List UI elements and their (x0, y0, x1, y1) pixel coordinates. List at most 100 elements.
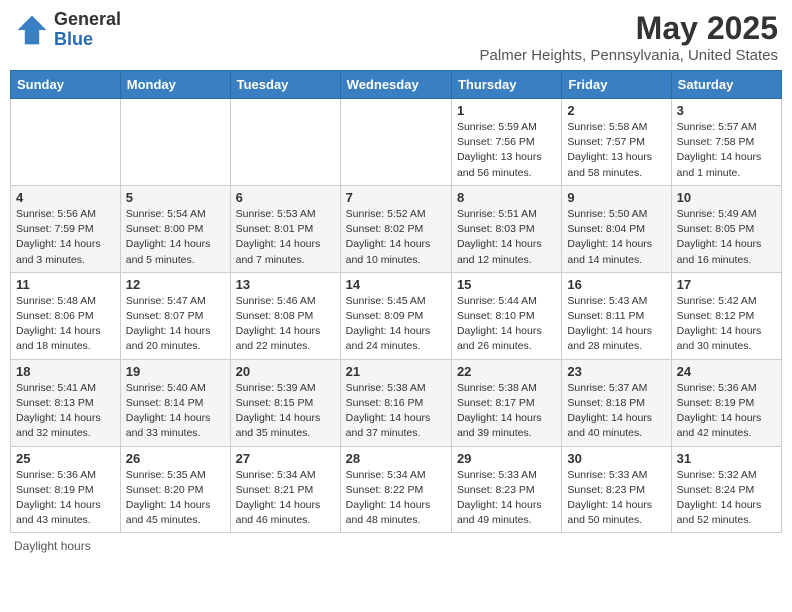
day-number: 27 (236, 451, 335, 466)
weekday-header-thursday: Thursday (451, 71, 561, 99)
calendar-cell: 1 Sunrise: 5:59 AM Sunset: 7:56 PM Daylig… (451, 99, 561, 186)
day-info: Sunrise: 5:33 AM Sunset: 8:23 PM Dayligh… (457, 468, 556, 529)
day-info: Sunrise: 5:36 AM Sunset: 8:19 PM Dayligh… (16, 468, 115, 529)
calendar-cell (11, 99, 121, 186)
logo-general: General (54, 10, 121, 30)
day-info: Sunrise: 5:56 AM Sunset: 7:59 PM Dayligh… (16, 207, 115, 268)
day-number: 4 (16, 190, 115, 205)
day-number: 3 (677, 103, 776, 118)
day-number: 25 (16, 451, 115, 466)
calendar-cell: 10Sunrise: 5:49 AM Sunset: 8:05 PM Dayli… (671, 185, 781, 272)
calendar-cell: 9 Sunrise: 5:50 AM Sunset: 8:04 PM Daylig… (562, 185, 671, 272)
day-number: 2 (567, 103, 665, 118)
day-number: 20 (236, 364, 335, 379)
day-info: Sunrise: 5:35 AM Sunset: 8:20 PM Dayligh… (126, 468, 225, 529)
calendar-cell: 6Sunrise: 5:53 AM Sunset: 8:01 PM Daylig… (230, 185, 340, 272)
day-number: 26 (126, 451, 225, 466)
calendar-cell: 3 Sunrise: 5:57 AM Sunset: 7:58 PM Daylig… (671, 99, 781, 186)
calendar-cell: 11 Sunrise: 5:48 AM Sunset: 8:06 PM Dayli… (11, 272, 121, 359)
logo-blue: Blue (54, 30, 121, 50)
calendar-cell: 14 Sunrise: 5:45 AM Sunset: 8:09 PM Dayli… (340, 272, 451, 359)
calendar-cell: 25 Sunrise: 5:36 AM Sunset: 8:19 PM Dayli… (11, 446, 121, 533)
day-info: Sunrise: 5:34 AM Sunset: 8:22 PM Dayligh… (346, 468, 446, 529)
day-info: Sunrise: 5:51 AM Sunset: 8:03 PM Dayligh… (457, 207, 556, 268)
day-number: 12 (126, 277, 225, 292)
day-info: Sunrise: 5:54 AM Sunset: 8:00 PM Dayligh… (126, 207, 225, 268)
day-number: 30 (567, 451, 665, 466)
day-info: Sunrise: 5:41 AM Sunset: 8:13 PM Dayligh… (16, 381, 115, 442)
day-info: Sunrise: 5:58 AM Sunset: 7:57 PM Dayligh… (567, 120, 665, 181)
day-info: Sunrise: 5:36 AM Sunset: 8:19 PM Dayligh… (677, 381, 776, 442)
calendar-week-5: 25 Sunrise: 5:36 AM Sunset: 8:19 PM Dayli… (11, 446, 782, 533)
day-number: 21 (346, 364, 446, 379)
day-number: 19 (126, 364, 225, 379)
calendar-week-3: 11 Sunrise: 5:48 AM Sunset: 8:06 PM Dayli… (11, 272, 782, 359)
day-number: 14 (346, 277, 446, 292)
weekday-header-wednesday: Wednesday (340, 71, 451, 99)
calendar-cell: 5 Sunrise: 5:54 AM Sunset: 8:00 PM Daylig… (120, 185, 230, 272)
day-number: 16 (567, 277, 665, 292)
location-title: Palmer Heights, Pennsylvania, United Sta… (480, 47, 778, 64)
day-number: 17 (677, 277, 776, 292)
page-header: General Blue May 2025 Palmer Heights, Pe… (10, 10, 782, 64)
calendar-cell: 2 Sunrise: 5:58 AM Sunset: 7:57 PM Daylig… (562, 99, 671, 186)
calendar-cell: 13 Sunrise: 5:46 AM Sunset: 8:08 PM Dayli… (230, 272, 340, 359)
day-info: Sunrise: 5:37 AM Sunset: 8:18 PM Dayligh… (567, 381, 665, 442)
title-section: May 2025 Palmer Heights, Pennsylvania, U… (480, 10, 778, 64)
day-info: Sunrise: 5:48 AM Sunset: 8:06 PM Dayligh… (16, 294, 115, 355)
calendar-cell: 8Sunrise: 5:51 AM Sunset: 8:03 PM Daylig… (451, 185, 561, 272)
day-number: 18 (16, 364, 115, 379)
weekday-header-sunday: Sunday (11, 71, 121, 99)
calendar-cell: 16Sunrise: 5:43 AM Sunset: 8:11 PM Dayli… (562, 272, 671, 359)
weekday-header-tuesday: Tuesday (230, 71, 340, 99)
day-info: Sunrise: 5:59 AM Sunset: 7:56 PM Dayligh… (457, 120, 556, 181)
day-number: 31 (677, 451, 776, 466)
day-number: 7 (346, 190, 446, 205)
day-number: 29 (457, 451, 556, 466)
calendar-cell: 20Sunrise: 5:39 AM Sunset: 8:15 PM Dayli… (230, 359, 340, 446)
day-info: Sunrise: 5:38 AM Sunset: 8:16 PM Dayligh… (346, 381, 446, 442)
weekday-header-row: SundayMondayTuesdayWednesdayThursdayFrid… (11, 71, 782, 99)
calendar-cell: 31 Sunrise: 5:32 AM Sunset: 8:24 PM Dayli… (671, 446, 781, 533)
day-number: 24 (677, 364, 776, 379)
day-number: 10 (677, 190, 776, 205)
day-number: 13 (236, 277, 335, 292)
day-number: 1 (457, 103, 556, 118)
day-info: Sunrise: 5:34 AM Sunset: 8:21 PM Dayligh… (236, 468, 335, 529)
day-info: Sunrise: 5:42 AM Sunset: 8:12 PM Dayligh… (677, 294, 776, 355)
calendar-cell (230, 99, 340, 186)
day-info: Sunrise: 5:57 AM Sunset: 7:58 PM Dayligh… (677, 120, 776, 181)
calendar-cell: 22Sunrise: 5:38 AM Sunset: 8:17 PM Dayli… (451, 359, 561, 446)
day-number: 11 (16, 277, 115, 292)
calendar-header: SundayMondayTuesdayWednesdayThursdayFrid… (11, 71, 782, 99)
calendar-cell: 17 Sunrise: 5:42 AM Sunset: 8:12 PM Dayli… (671, 272, 781, 359)
calendar-cell: 18 Sunrise: 5:41 AM Sunset: 8:13 PM Dayli… (11, 359, 121, 446)
logo-text: General Blue (54, 10, 121, 50)
day-info: Sunrise: 5:45 AM Sunset: 8:09 PM Dayligh… (346, 294, 446, 355)
day-info: Sunrise: 5:50 AM Sunset: 8:04 PM Dayligh… (567, 207, 665, 268)
day-info: Sunrise: 5:38 AM Sunset: 8:17 PM Dayligh… (457, 381, 556, 442)
calendar-week-4: 18 Sunrise: 5:41 AM Sunset: 8:13 PM Dayli… (11, 359, 782, 446)
calendar-cell: 27 Sunrise: 5:34 AM Sunset: 8:21 PM Dayli… (230, 446, 340, 533)
calendar-week-2: 4 Sunrise: 5:56 AM Sunset: 7:59 PM Daylig… (11, 185, 782, 272)
day-number: 5 (126, 190, 225, 205)
calendar-cell: 30Sunrise: 5:33 AM Sunset: 8:23 PM Dayli… (562, 446, 671, 533)
calendar-cell (120, 99, 230, 186)
day-info: Sunrise: 5:40 AM Sunset: 8:14 PM Dayligh… (126, 381, 225, 442)
day-number: 23 (567, 364, 665, 379)
day-info: Sunrise: 5:46 AM Sunset: 8:08 PM Dayligh… (236, 294, 335, 355)
day-number: 28 (346, 451, 446, 466)
weekday-header-friday: Friday (562, 71, 671, 99)
calendar-cell: 12Sunrise: 5:47 AM Sunset: 8:07 PM Dayli… (120, 272, 230, 359)
calendar-cell: 21 Sunrise: 5:38 AM Sunset: 8:16 PM Dayli… (340, 359, 451, 446)
calendar-cell: 4 Sunrise: 5:56 AM Sunset: 7:59 PM Daylig… (11, 185, 121, 272)
calendar-cell: 26 Sunrise: 5:35 AM Sunset: 8:20 PM Dayli… (120, 446, 230, 533)
day-info: Sunrise: 5:52 AM Sunset: 8:02 PM Dayligh… (346, 207, 446, 268)
calendar-cell: 28 Sunrise: 5:34 AM Sunset: 8:22 PM Dayli… (340, 446, 451, 533)
calendar-cell: 7 Sunrise: 5:52 AM Sunset: 8:02 PM Daylig… (340, 185, 451, 272)
day-number: 9 (567, 190, 665, 205)
calendar-cell: 23 Sunrise: 5:37 AM Sunset: 8:18 PM Dayli… (562, 359, 671, 446)
day-info: Sunrise: 5:32 AM Sunset: 8:24 PM Dayligh… (677, 468, 776, 529)
day-info: Sunrise: 5:44 AM Sunset: 8:10 PM Dayligh… (457, 294, 556, 355)
calendar-week-1: 1 Sunrise: 5:59 AM Sunset: 7:56 PM Daylig… (11, 99, 782, 186)
